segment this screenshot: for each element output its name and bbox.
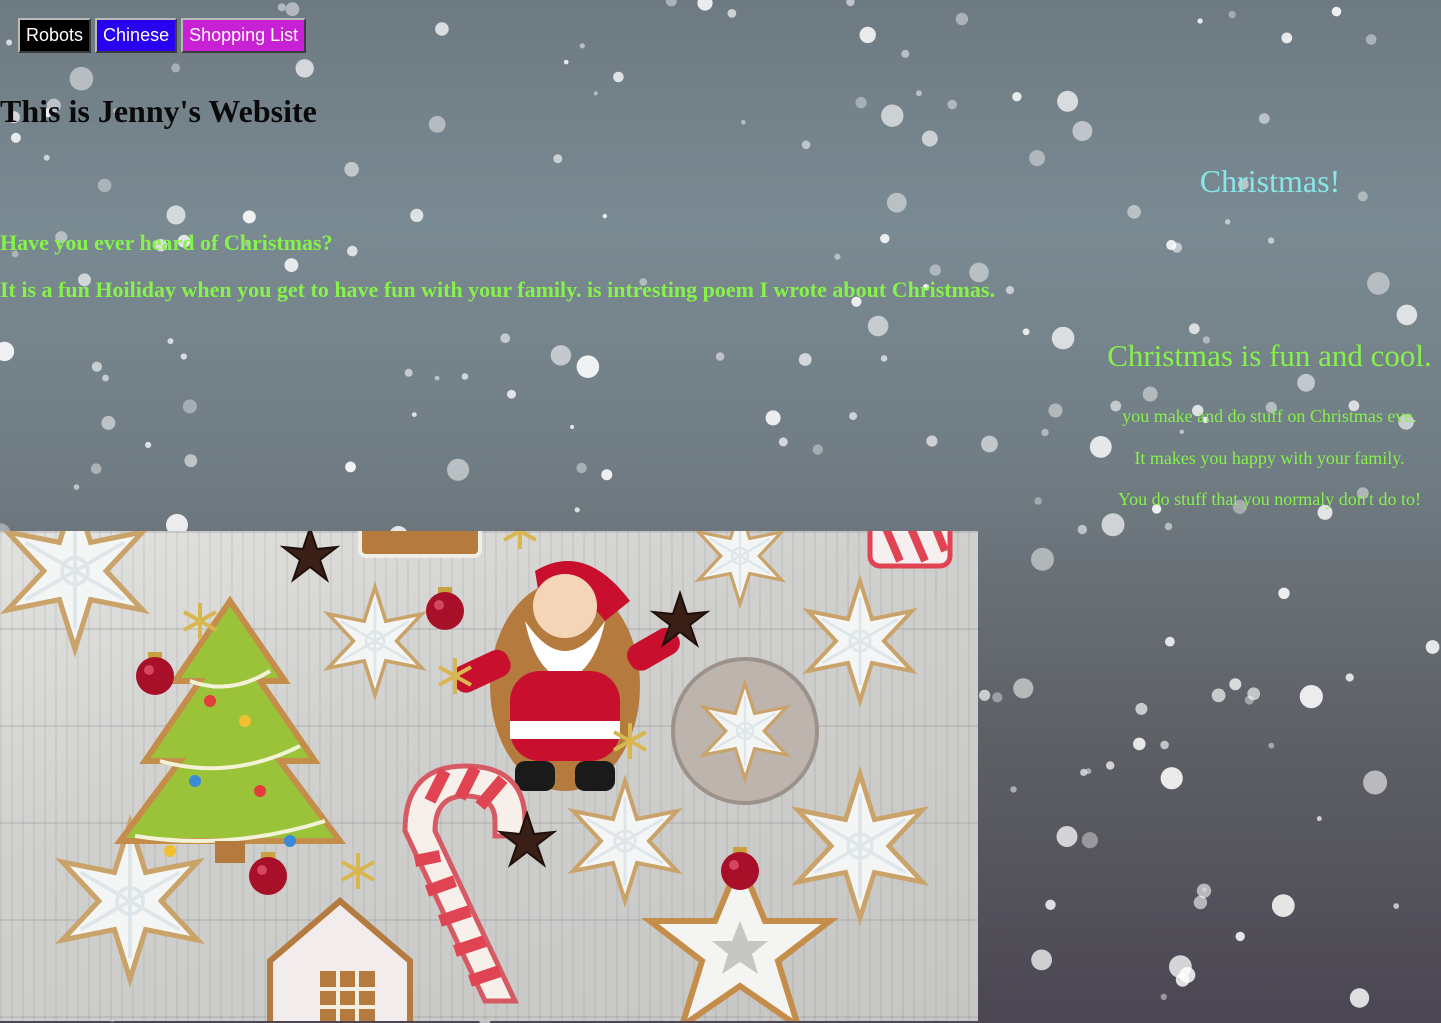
christmas-cookies-image	[0, 531, 978, 1021]
poem-title: Christmas is fun and cool.	[1107, 338, 1432, 373]
poem-line: You do stuff that you normaly don't do t…	[1117, 489, 1422, 509]
nav-button-robots[interactable]: Robots	[18, 18, 92, 53]
nav-button-shopping-list[interactable]: Shopping List	[181, 18, 307, 53]
poem-line: It makes you happy with your family.	[1134, 448, 1405, 468]
christmas-description: It is a fun Hoiliday when you get to hav…	[0, 277, 995, 302]
christmas-question: Have you ever heard of Christmas?	[0, 230, 333, 255]
nav-bar: Robots Chinese Shopping List	[18, 18, 307, 53]
nav-button-chinese[interactable]: Chinese	[95, 18, 178, 53]
page-title: This is Jenny's Website	[0, 93, 317, 129]
christmas-heading: Christmas!	[1199, 163, 1341, 199]
poem-line: you make and do stuff on Christmas eve.	[1122, 406, 1417, 426]
